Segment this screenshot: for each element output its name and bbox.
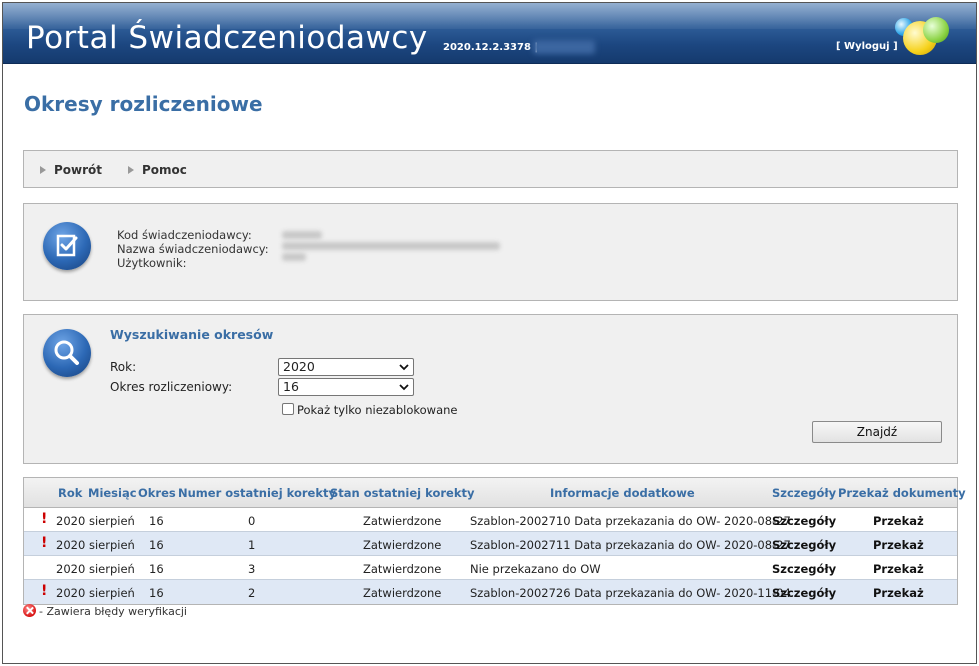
provider-name-label: Nazwa świadczeniodawcy: [117,242,269,256]
unlocked-only-checkbox[interactable] [282,403,294,415]
cell-year: 2020 [56,538,86,552]
table-row: ! 2020 sierpień 16 0 Zatwierdzone Szablo… [24,508,957,532]
provider-info-panel: Kod świadczeniodawcy: Nazwa świadczeniod… [23,203,958,301]
table-header: Rok Miesiąc Okres Numer ostatniej korekt… [24,478,966,508]
logout-link[interactable]: [ Wyloguj ] [836,41,898,52]
table-row: ! 2020 sierpień 16 1 Zatwierdzone Szablo… [24,532,957,556]
table-row: ! 2020 sierpień 16 2 Zatwierdzone Szablo… [24,580,957,604]
cell-correction-state: Zatwierdzone [363,538,442,552]
error-legend: - Zawiera błędy weryfikacji [23,604,187,618]
details-link[interactable]: Szczegóły [772,538,836,552]
col-header-details: Szczegóły [772,486,837,500]
col-header-month: Miesiąc [88,486,137,500]
send-link[interactable]: Przekaż [873,562,924,576]
redacted-provider-values [282,228,512,264]
year-label: Rok: [110,360,137,374]
year-select-value: 2020 [283,359,315,374]
col-header-correction-number: Numer ostatniej korekty [178,486,336,500]
error-circle-icon [23,604,36,617]
find-button[interactable]: Znajdź [812,421,942,443]
app-version: 2020.12.2.3378 | [443,42,539,53]
year-select[interactable]: 2020 [278,358,414,376]
back-link-label: Powrót [54,163,103,177]
cell-additional-info: Nie przekazano do OW [470,562,601,576]
search-heading: Wyszukiwanie okresów [110,327,274,342]
cell-correction-number: 1 [248,538,256,552]
periods-table: Rok Miesiąc Okres Numer ostatniej korekt… [23,477,966,605]
help-link[interactable]: Pomoc [128,163,187,177]
cell-period: 16 [149,586,164,600]
nav-panel: Powrót Pomoc [23,150,958,188]
cell-month: sierpień [89,538,135,552]
portal-title: Portal Świadczeniodawcy [26,20,428,56]
col-header-correction-state: Stan ostatniej korekty [330,486,475,500]
cell-correction-number: 0 [248,514,256,528]
cell-additional-info: Szablon-2002710 Data przekazania do OW- … [470,514,791,528]
cell-year: 2020 [56,514,86,528]
cell-correction-number: 2 [248,586,256,600]
magnifier-icon [43,329,91,377]
unlocked-only-label: Pokaż tylko niezablokowane [297,403,458,417]
col-header-period: Okres [138,486,176,500]
col-header-send-documents: Przekaż dokumenty [838,486,966,500]
details-link[interactable]: Szczegóły [772,562,836,576]
send-link[interactable]: Przekaż [873,586,924,600]
period-label: Okres rozliczeniowy: [110,380,233,394]
send-link[interactable]: Przekaż [873,538,924,552]
cell-period: 16 [149,538,164,552]
redacted-user [282,253,306,261]
cell-month: sierpień [89,562,135,576]
cell-correction-number: 3 [248,562,256,576]
cell-correction-state: Zatwierdzone [363,562,442,576]
chevron-down-icon [399,364,409,371]
arrow-right-icon [128,166,134,174]
user-label: Użytkownik: [117,256,187,270]
col-header-additional-info: Informacje dodatkowe [550,486,695,500]
provider-info: Kod świadczeniodawcy: Nazwa świadczeniod… [117,228,269,270]
redacted-provider-code [282,231,322,239]
help-link-label: Pomoc [142,163,187,177]
error-flag-icon: ! [41,511,48,527]
arrow-right-icon [40,166,46,174]
table-row: 2020 sierpień 16 3 Zatwierdzone Nie prze… [24,556,957,580]
page-title: Okresy rozliczeniowe [24,92,263,116]
error-legend-text: - Zawiera błędy weryfikacji [39,605,187,618]
chevron-down-icon [399,384,409,391]
period-select-value: 16 [283,379,299,394]
error-flag-icon: ! [41,535,48,551]
portal-header: Portal Świadczeniodawcy 2020.12.2.3378 |… [3,3,976,64]
cell-additional-info: Szablon-2002711 Data przekazania do OW- … [470,538,791,552]
provider-code-label: Kod świadczeniodawcy: [117,228,252,242]
col-header-year: Rok [58,486,83,500]
cell-month: sierpień [89,514,135,528]
cell-correction-state: Zatwierdzone [363,514,442,528]
cell-year: 2020 [56,586,86,600]
cell-period: 16 [149,514,164,528]
portal-logo [895,17,951,57]
redacted-provider-name [282,242,500,250]
error-flag-icon: ! [41,583,48,599]
details-link[interactable]: Szczegóły [772,586,836,600]
send-link[interactable]: Przekaż [873,514,924,528]
period-select[interactable]: 16 [278,378,414,396]
search-panel: Wyszukiwanie okresów Rok: 2020 Okres roz… [23,314,958,464]
cell-additional-info: Szablon-2002726 Data przekazania do OW- … [470,586,791,600]
logo-green-ball [923,17,949,43]
document-check-icon [43,222,91,270]
back-link[interactable]: Powrót [40,163,102,177]
blurred-session-info [533,40,595,54]
cell-period: 16 [149,562,164,576]
cell-month: sierpień [89,586,135,600]
details-link[interactable]: Szczegóły [772,514,836,528]
cell-correction-state: Zatwierdzone [363,586,442,600]
cell-year: 2020 [56,562,86,576]
